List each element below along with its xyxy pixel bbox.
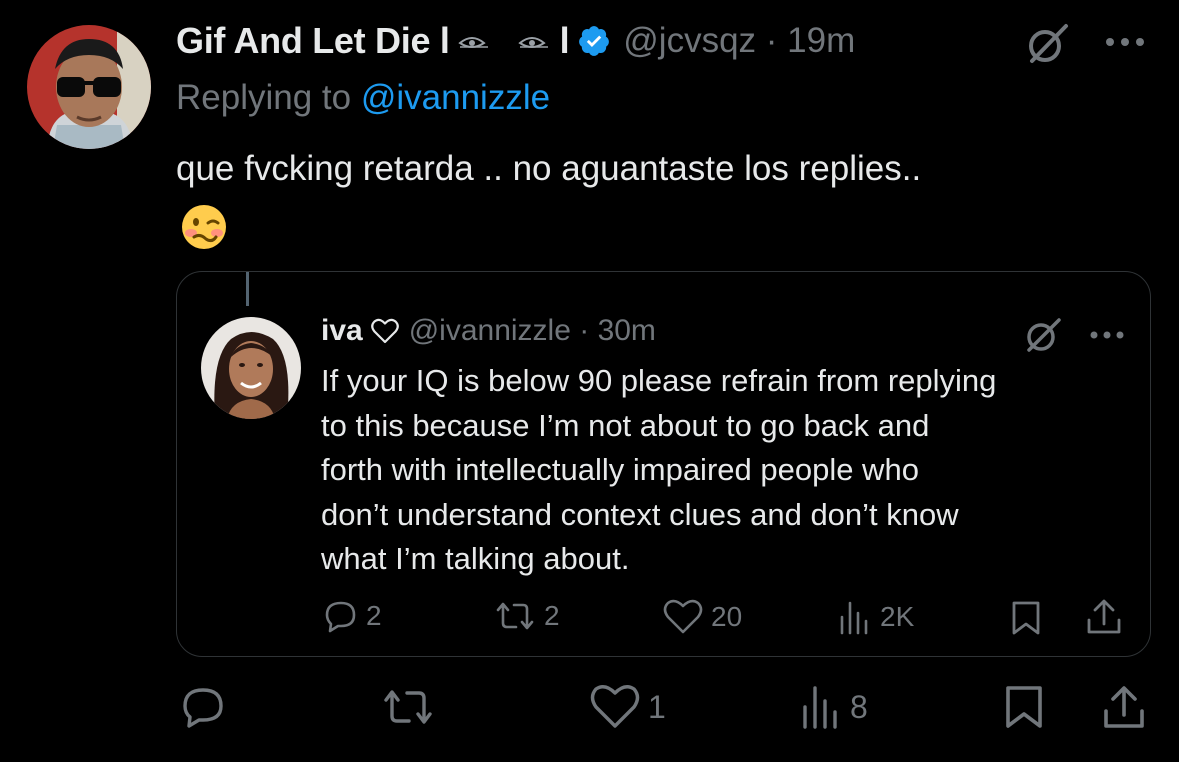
reply-button[interactable] bbox=[181, 686, 233, 728]
quoted-text-line: what I’m talking about. bbox=[321, 541, 630, 576]
quoted-views-count: 2K bbox=[880, 601, 915, 632]
author-avatar[interactable] bbox=[27, 25, 151, 149]
views-count: 8 bbox=[850, 688, 868, 725]
quoted-like-count: 20 bbox=[711, 601, 743, 632]
reply-icon bbox=[325, 601, 356, 633]
bookmark-icon[interactable] bbox=[1003, 684, 1045, 730]
quoted-tweet-text: If your IQ is below 90 please refrain fr… bbox=[321, 359, 996, 582]
replying-to-label: Replying to bbox=[176, 78, 352, 117]
like-count: 1 bbox=[648, 688, 666, 725]
eye-symbol-icon bbox=[517, 37, 548, 48]
quoted-retweet-button[interactable]: 2 bbox=[494, 599, 560, 633]
name-bar-glyph: l bbox=[559, 20, 570, 61]
retweet-button[interactable] bbox=[381, 686, 443, 728]
quoted-retweet-count: 2 bbox=[544, 600, 560, 631]
views-icon bbox=[803, 686, 837, 729]
tweet-header: Gif And Let Die l l @jcvsqz · 19m bbox=[176, 18, 855, 64]
retweet-icon bbox=[496, 602, 534, 630]
grok-icon[interactable] bbox=[1024, 22, 1070, 66]
like-icon bbox=[663, 599, 703, 634]
author-handle-time: @jcvsqz · 19m bbox=[623, 21, 856, 60]
woozy-face-emoji-icon bbox=[182, 205, 226, 249]
replying-to-mention[interactable]: @ivannizzle bbox=[361, 78, 550, 117]
quoted-text-line: If your IQ is below 90 please refrain fr… bbox=[321, 363, 997, 398]
quoted-author-avatar[interactable] bbox=[201, 317, 301, 419]
views-icon bbox=[840, 601, 868, 635]
quoted-text-line: forth with intellectually impaired peopl… bbox=[321, 452, 919, 487]
heart-outline-icon bbox=[370, 318, 399, 344]
verified-badge-icon[interactable] bbox=[577, 24, 611, 58]
quoted-reply-count: 2 bbox=[366, 600, 382, 631]
quoted-tweet-header: iva @ivannizzle · 30m bbox=[321, 310, 656, 352]
more-icon[interactable] bbox=[1102, 30, 1148, 54]
eye-symbol-icon bbox=[457, 37, 488, 48]
author-name[interactable]: Gif And Let Die l bbox=[176, 20, 450, 62]
quoted-text-line: don’t understand context clues and don’t… bbox=[321, 496, 959, 532]
reply-icon bbox=[183, 688, 223, 728]
views-button[interactable]: 8 bbox=[800, 684, 868, 730]
quoted-reply-button[interactable]: 2 bbox=[324, 599, 382, 633]
quoted-views-button[interactable]: 2K bbox=[838, 599, 914, 635]
retweet-icon bbox=[384, 690, 432, 724]
grok-icon[interactable] bbox=[1023, 316, 1063, 354]
like-icon bbox=[590, 685, 640, 728]
share-icon[interactable] bbox=[1102, 684, 1146, 730]
like-button[interactable]: 1 bbox=[590, 684, 666, 730]
more-icon[interactable] bbox=[1088, 325, 1126, 345]
quoted-author-name[interactable]: iva bbox=[321, 314, 363, 348]
quoted-text-line: to this because I’m not about to go back… bbox=[321, 407, 930, 443]
quoted-author-handle-time: @ivannizzle · 30m bbox=[408, 314, 656, 347]
bookmark-icon[interactable] bbox=[1010, 600, 1042, 636]
replying-to: Replying to @ivannizzle bbox=[176, 78, 550, 118]
share-icon[interactable] bbox=[1086, 598, 1122, 636]
quoted-like-button[interactable]: 20 bbox=[663, 599, 742, 635]
tweet-text: que fvcking retarda .. no aguantaste los… bbox=[176, 149, 922, 188]
